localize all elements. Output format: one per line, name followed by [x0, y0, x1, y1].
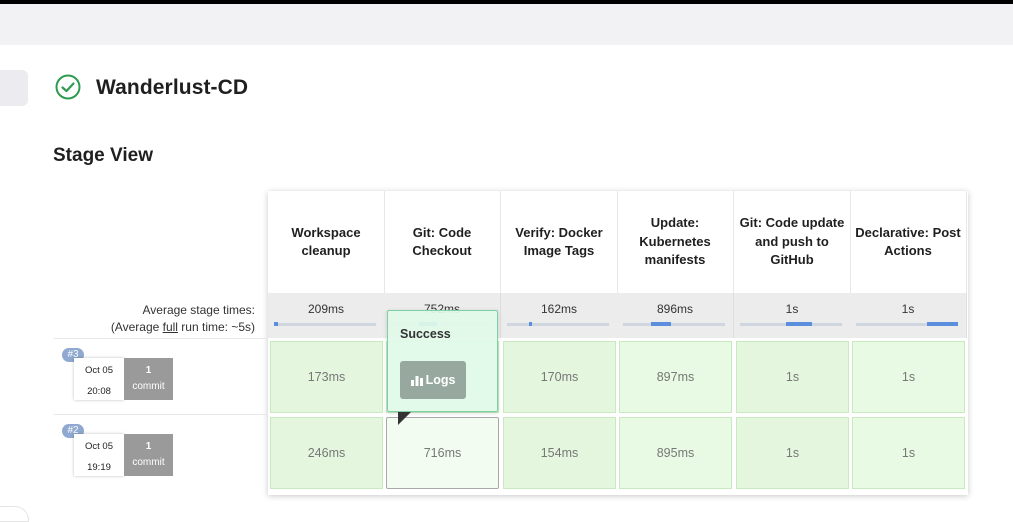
stage-average-time: 209ms [307, 302, 345, 316]
stage-view-heading: Stage View [53, 145, 153, 166]
breadcrumb-bar [0, 4, 1013, 45]
build-time: 19:19 [87, 462, 111, 473]
build-date-card: Oct 05 19:19 [74, 434, 124, 476]
page-title: Wanderlust-CD [96, 76, 249, 99]
build-time: 20:08 [87, 386, 111, 397]
average-times-label: Average stage times: (Average full run t… [111, 302, 255, 336]
stage-average-time: 896ms [656, 302, 694, 316]
stage-header: Verify: Docker Image Tags [501, 191, 618, 293]
stage-average-cell: 162ms [501, 293, 618, 338]
stage-result-cell[interactable]: 895ms [619, 417, 732, 489]
stage-result-cell[interactable]: 1s [852, 417, 965, 489]
build-commits-button[interactable]: 1 commit [124, 434, 173, 476]
stage-header: Update: Kubernetes manifests [617, 191, 734, 293]
logs-label: Logs [425, 373, 456, 387]
stage-average-bar-fill [651, 322, 671, 326]
stage-average-time: 1s [901, 302, 915, 316]
stage-average-bar [623, 322, 725, 326]
build-commits-button[interactable]: 1 commit [124, 358, 173, 400]
stage-average-cell: 896ms [617, 293, 734, 338]
stage-result-cell[interactable]: 1s [852, 341, 965, 413]
stage-average-bar [507, 322, 609, 326]
stage-popover: Success Logs [387, 310, 498, 412]
stage-result-cell[interactable]: 170ms [503, 341, 616, 413]
logs-button[interactable]: Logs [400, 361, 466, 399]
stage-header: Workspace cleanup [268, 191, 385, 293]
commit-count: 1 [145, 441, 152, 452]
stage-average-bar [740, 322, 842, 326]
stage-average-bar-fill [786, 322, 812, 326]
build-date-card: Oct 05 20:08 [74, 358, 124, 400]
average-prefix: (Average [110, 320, 163, 334]
stage-result-cell[interactable]: 246ms [270, 417, 383, 489]
stage-result-cell[interactable]: 173ms [270, 341, 383, 413]
stage-result-cell[interactable]: 1s [736, 341, 849, 413]
stage-average-cell: 1s [850, 293, 967, 338]
average-times-line2: (Average full run time: ~5s) [111, 319, 255, 336]
stage-result-cell[interactable]: 1s [736, 417, 849, 489]
commit-label: commit [132, 381, 165, 392]
stage-average-cell: 209ms [268, 293, 385, 338]
commit-count: 1 [145, 365, 152, 376]
stage-header: Git: Code update and push to GitHub [734, 191, 851, 293]
stage-result-cell[interactable]: 154ms [503, 417, 616, 489]
sidebar-tab[interactable] [0, 70, 28, 106]
stage-average-bar [274, 322, 376, 326]
stage-average-time: 1s [785, 302, 799, 316]
stage-result-cell[interactable]: 716ms [386, 417, 499, 489]
stage-average-cell: 1s [734, 293, 851, 338]
stage-header: Declarative: Post Actions [850, 191, 967, 293]
build-date: Oct 05 [85, 441, 113, 452]
stage-average-bar-fill [274, 322, 278, 326]
success-check-icon [55, 74, 81, 100]
average-suffix: run time: ~5s) [177, 320, 255, 334]
stage-average-time: 162ms [540, 302, 578, 316]
commit-label: commit [132, 457, 165, 468]
stage-average-bar-fill [927, 322, 958, 326]
full-run-link[interactable]: full [163, 320, 178, 334]
build-date: Oct 05 [85, 365, 113, 376]
popover-status: Success [400, 327, 451, 341]
stage-header: Git: Code Checkout [384, 191, 501, 293]
stage-average-bar-fill [529, 322, 532, 326]
bar-chart-icon [410, 375, 423, 386]
popover-pointer [398, 412, 411, 425]
stage-average-bar [856, 322, 958, 326]
average-times-line1: Average stage times: [142, 303, 255, 317]
sidebar-bottom-edge [0, 506, 29, 522]
stage-result-cell[interactable]: 897ms [619, 341, 732, 413]
